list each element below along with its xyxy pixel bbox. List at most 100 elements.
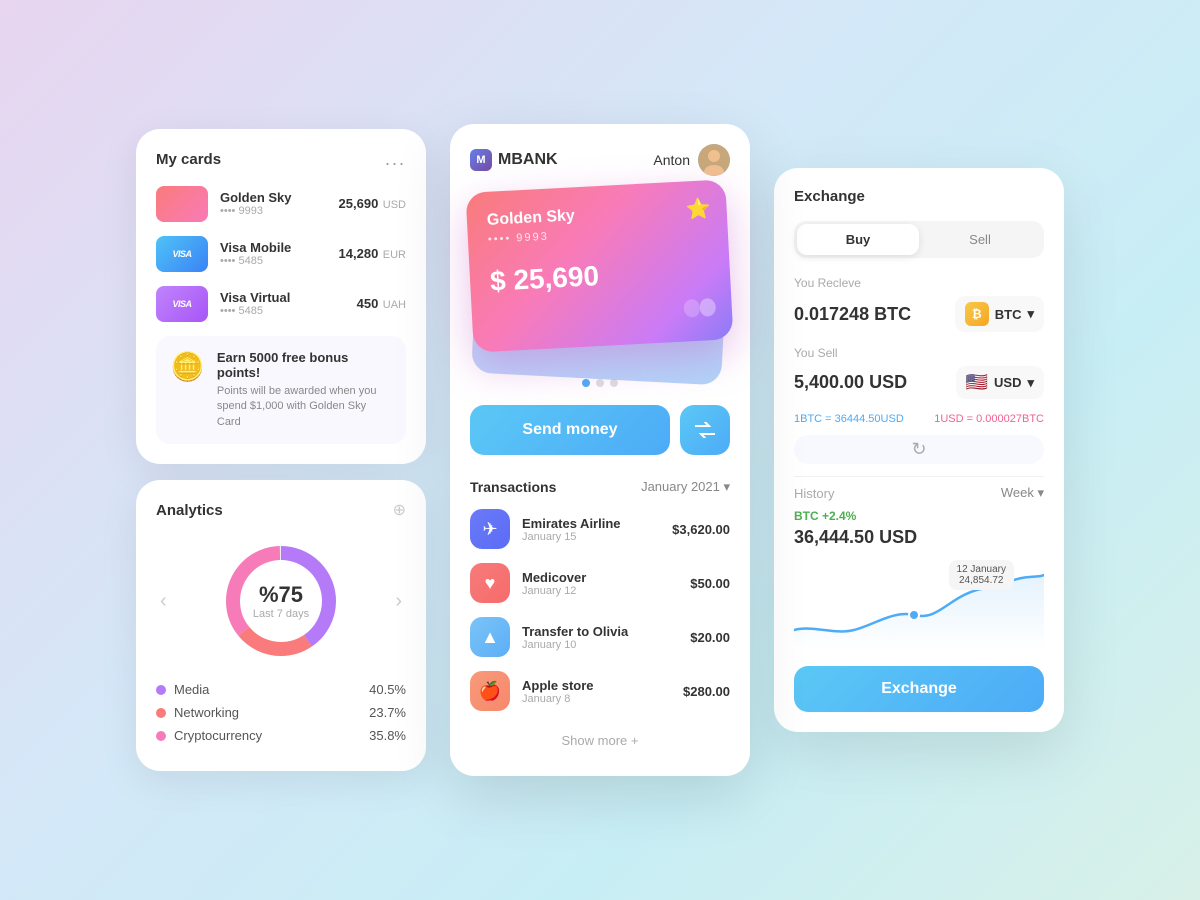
card-area-wrapper: ⭐ Golden Sky •••• 9993 $ 25,690 — [470, 196, 730, 371]
card-dot-3[interactable] — [610, 379, 618, 387]
health-icon: ♥ — [470, 563, 510, 603]
bonus-content: Earn 5000 free bonus points! Points will… — [217, 350, 392, 430]
legend-crypto: Cryptocurrency 35.8% — [156, 728, 406, 743]
legend-dot-media — [156, 685, 166, 695]
legend-networking: Networking 23.7% — [156, 705, 406, 720]
bonus-box: 🪙 Earn 5000 free bonus points! Points wi… — [156, 336, 406, 444]
cards-header: My cards ... — [156, 149, 406, 170]
apple-icon: 🍎 — [470, 671, 510, 711]
mbank-header: M MBANK Anton — [470, 144, 730, 176]
action-row: Send money — [470, 405, 730, 455]
right-panel: Exchange Buy Sell You Recleve 0.017248 B… — [774, 168, 1064, 732]
usd-currency-badge[interactable]: 🇺🇸 USD ▾ — [956, 366, 1044, 399]
cards-title: My cards — [156, 151, 221, 168]
chart-prev-button[interactable]: ‹ — [156, 586, 171, 617]
mbank-logo-icon: M — [470, 149, 492, 171]
btc-chevron-icon: ▾ — [1027, 306, 1034, 322]
send-money-button[interactable]: Send money — [470, 405, 670, 455]
sell-button[interactable]: Sell — [919, 224, 1041, 255]
card-number-visa-mobile: •••• 5485 — [220, 255, 327, 267]
legend-media: Media 40.5% — [156, 682, 406, 697]
donut-center: %75 Last 7 days — [253, 582, 309, 620]
receive-row: 0.017248 BTC ₿ BTC ▾ — [794, 296, 1044, 332]
card-item-visa-virtual[interactable]: VISA Visa Virtual •••• 5485 450 UAH — [156, 286, 406, 322]
transactions-list: ✈ Emirates Airline January 15 $3,620.00 … — [470, 509, 730, 711]
card-thumb-golden — [156, 186, 208, 222]
card-thumb-visa-mobile: VISA — [156, 236, 208, 272]
analytics-title: Analytics — [156, 502, 223, 519]
more-dots-button[interactable]: ... — [385, 149, 406, 170]
card-item-visa-mobile[interactable]: VISA Visa Mobile •••• 5485 14,280 EUR — [156, 236, 406, 272]
legend-pct-crypto: 35.8% — [369, 728, 406, 743]
transactions-month[interactable]: January 2021 ▾ — [641, 479, 730, 495]
big-card[interactable]: ⭐ Golden Sky •••• 9993 $ 25,690 — [465, 179, 733, 352]
sell-field: You Sell 5,400.00 USD 🇺🇸 USD ▾ — [794, 346, 1044, 399]
legend-pct-networking: 23.7% — [369, 705, 406, 720]
trans-amount-transfer: $20.00 — [690, 630, 730, 645]
receive-label: You Recleve — [794, 276, 1044, 290]
refresh-area: ↻ — [794, 435, 1044, 464]
trans-item-apple[interactable]: 🍎 Apple store January 8 $280.00 — [470, 671, 730, 711]
transfer-icon: ▲ — [470, 617, 510, 657]
card-dot-1[interactable] — [582, 379, 590, 387]
big-card-amount: $ 25,690 — [489, 254, 710, 297]
donut-label: Last 7 days — [253, 608, 309, 620]
analytics-section: Analytics ⊕ ‹ %75 Last 7 days — [136, 480, 426, 771]
card-dot-2[interactable] — [596, 379, 604, 387]
star-icon: ⭐ — [685, 196, 711, 222]
trans-info-health: Medicover January 12 — [522, 570, 678, 597]
exchange-header: Exchange — [794, 188, 1044, 205]
trans-item-transfer[interactable]: ▲ Transfer to Olivia January 10 $20.00 — [470, 617, 730, 657]
mbank-logo: M MBANK — [470, 149, 558, 171]
history-title: History — [794, 486, 834, 501]
buy-button[interactable]: Buy — [797, 224, 919, 255]
trans-amount-apple: $280.00 — [683, 684, 730, 699]
history-period-selector[interactable]: Week ▾ — [1001, 485, 1044, 501]
card-name-visa-mobile: Visa Mobile — [220, 240, 327, 255]
analytics-header: Analytics ⊕ — [156, 500, 406, 520]
divider — [794, 476, 1044, 477]
exchange-button[interactable]: Exchange — [794, 666, 1044, 712]
card-number-golden: •••• 9993 — [220, 205, 327, 217]
big-card-logo-icon — [683, 296, 716, 326]
bonus-title: Earn 5000 free bonus points! — [217, 350, 392, 380]
card-item-golden[interactable]: Golden Sky •••• 9993 25,690 USD — [156, 186, 406, 222]
card-name-visa-virtual: Visa Virtual — [220, 290, 345, 305]
bonus-icon: 🪙 — [170, 350, 205, 383]
card-number-visa-virtual: •••• 5485 — [220, 305, 345, 317]
history-chart: 12 January 24,854.72 — [794, 560, 1044, 650]
donut-chart: %75 Last 7 days — [216, 536, 346, 666]
analytics-add-icon[interactable]: ⊕ — [393, 500, 406, 520]
transactions-header: Transactions January 2021 ▾ — [470, 479, 730, 495]
trans-amount-airline: $3,620.00 — [672, 522, 730, 537]
usd-flag-icon: 🇺🇸 — [966, 372, 988, 393]
user-avatar — [698, 144, 730, 176]
card-brand-icon — [683, 296, 716, 320]
chart-next-button[interactable]: › — [391, 586, 406, 617]
analytics-legend: Media 40.5% Networking 23.7% Cryptocurre… — [156, 682, 406, 743]
trans-info-transfer: Transfer to Olivia January 10 — [522, 624, 678, 651]
card-balance-golden: 25,690 USD — [339, 195, 406, 213]
card-info-visa-mobile: Visa Mobile •••• 5485 — [220, 240, 327, 267]
btc-rate: 1BTC = 36444.50USD — [794, 413, 904, 425]
refresh-icon[interactable]: ↻ — [911, 439, 926, 460]
receive-field: You Recleve 0.017248 BTC ₿ BTC ▾ — [794, 276, 1044, 332]
usd-chevron-icon: ▾ — [1027, 375, 1034, 391]
card-info-visa-virtual: Visa Virtual •••• 5485 — [220, 290, 345, 317]
swap-icon — [695, 422, 715, 438]
trans-item-airline[interactable]: ✈ Emirates Airline January 15 $3,620.00 — [470, 509, 730, 549]
btc-price-value: 36,444.50 USD — [794, 527, 1044, 548]
usd-rate: 1USD = 0.000027BTC — [934, 413, 1044, 425]
sell-value: 5,400.00 USD — [794, 372, 907, 393]
user-name: Anton — [653, 152, 690, 168]
show-more-button[interactable]: Show more + — [470, 725, 730, 756]
trans-info-apple: Apple store January 8 — [522, 678, 671, 705]
trans-info-airline: Emirates Airline January 15 — [522, 516, 660, 543]
sell-label: You Sell — [794, 346, 1044, 360]
trans-item-health[interactable]: ♥ Medicover January 12 $50.00 — [470, 563, 730, 603]
swap-button[interactable] — [680, 405, 730, 455]
sell-row: 5,400.00 USD 🇺🇸 USD ▾ — [794, 366, 1044, 399]
btc-icon: ₿ — [965, 302, 989, 326]
user-info[interactable]: Anton — [653, 144, 730, 176]
btc-currency-badge[interactable]: ₿ BTC ▾ — [955, 296, 1044, 332]
